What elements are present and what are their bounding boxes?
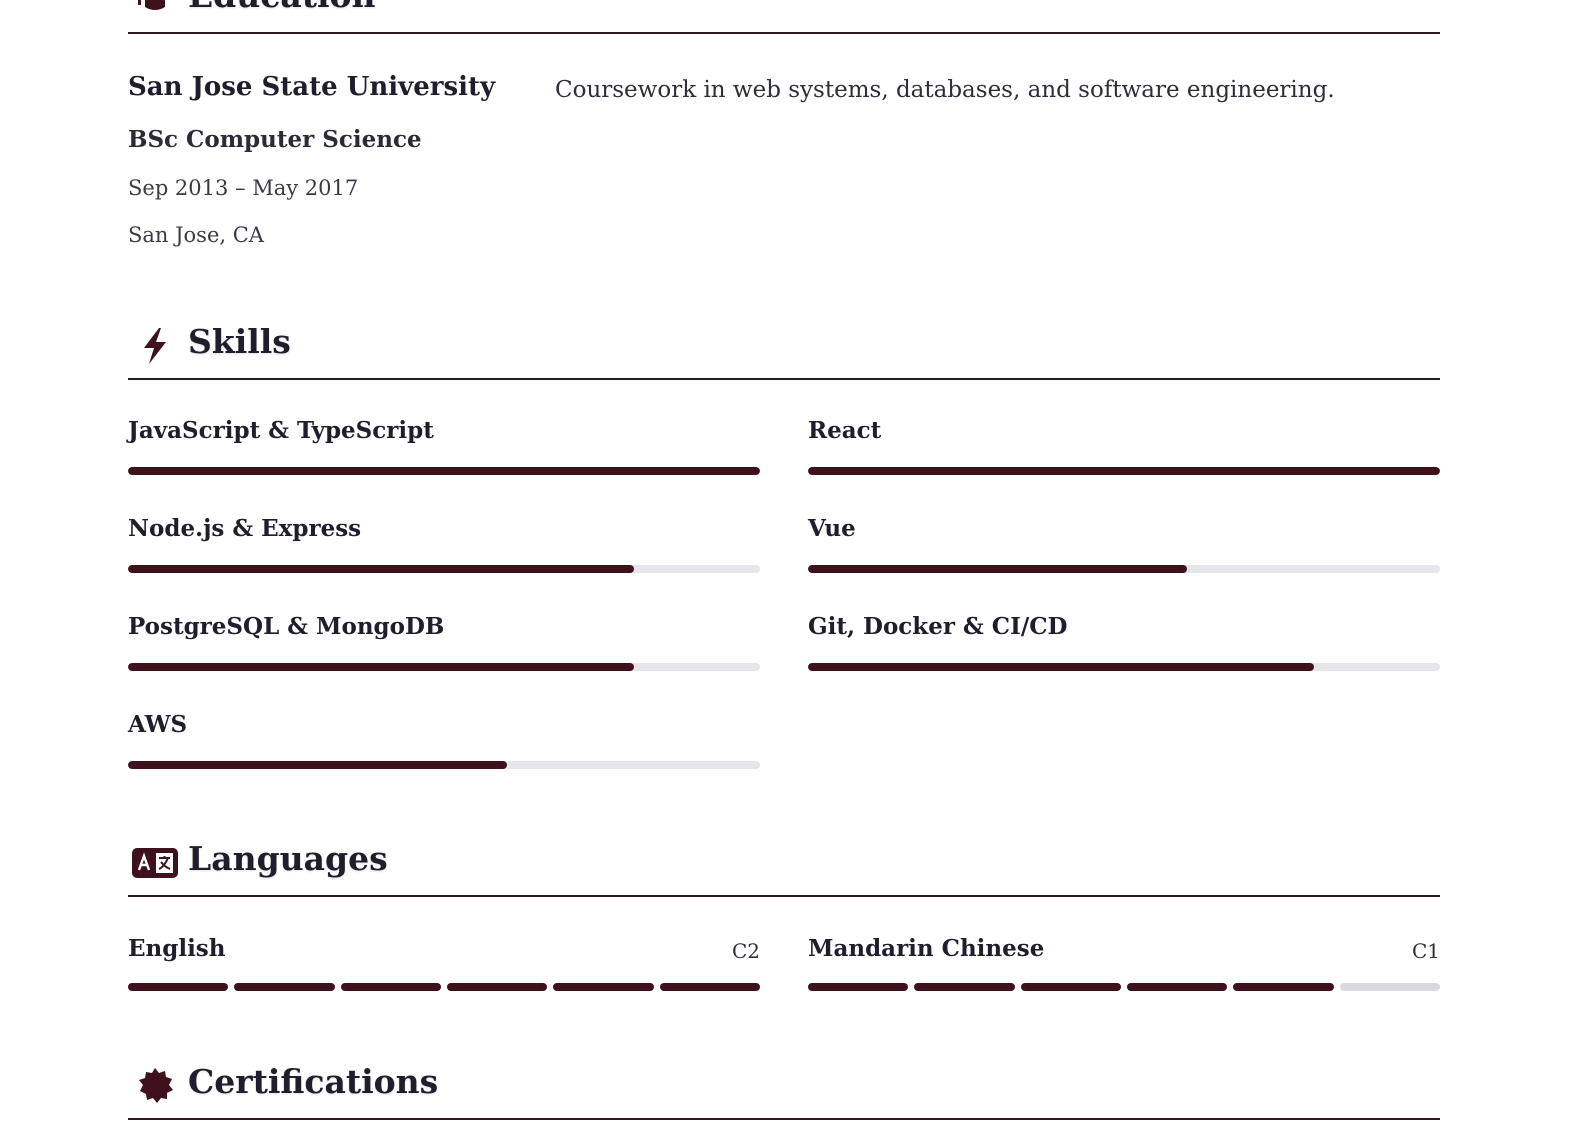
- certifications-section-header: Certifications: [128, 1058, 1440, 1120]
- skill-name: Git, Docker & CI/CD: [808, 613, 1068, 640]
- education-location: San Jose, CA: [128, 223, 264, 247]
- skill-name: AWS: [128, 711, 188, 738]
- education-description: Coursework in web systems, databases, an…: [555, 77, 1335, 103]
- skill-bar: [808, 565, 1440, 573]
- education-dates: Sep 2013 – May 2017: [128, 176, 359, 200]
- section-title: Certifications: [188, 1062, 439, 1101]
- skill-name: React: [808, 417, 882, 444]
- education-school: San Jose State University: [128, 72, 496, 102]
- language-level-segment: [340, 983, 441, 991]
- language-level-meter: [128, 983, 760, 991]
- lightning-bolt-icon: [130, 321, 180, 371]
- skill-name: PostgreSQL & MongoDB: [128, 613, 445, 640]
- section-title: Skills: [188, 322, 291, 361]
- translate-icon: [130, 838, 180, 888]
- language-level-segment: [1126, 983, 1228, 991]
- skill-bar: [128, 663, 760, 671]
- language-level-segment: [1233, 983, 1334, 991]
- skill-name: Node.js & Express: [128, 515, 362, 542]
- skill-bar-fill: [128, 663, 634, 671]
- language-level-segment: [1339, 983, 1440, 991]
- language-level: C1: [1411, 939, 1440, 963]
- skills-section-header: Skills: [128, 318, 1440, 380]
- language-level-segment: [446, 983, 548, 991]
- skill-bar: [128, 467, 760, 475]
- skill-bar: [128, 761, 760, 769]
- certificate-badge-icon: [130, 1061, 180, 1111]
- language-level-segment: [1020, 983, 1121, 991]
- skill-name: JavaScript & TypeScript: [128, 417, 434, 444]
- language-level-segment: [808, 983, 909, 991]
- education-section-header: Education: [128, 0, 1440, 34]
- language-level: C2: [731, 939, 760, 963]
- language-level-segment: [234, 983, 335, 991]
- skill-name: Vue: [808, 515, 856, 542]
- skill-bar-fill: [128, 467, 760, 475]
- education-degree: BSc Computer Science: [128, 126, 422, 153]
- skill-bar-fill: [808, 663, 1314, 671]
- skill-bar-fill: [808, 565, 1188, 573]
- skill-bar-fill: [128, 565, 634, 573]
- skill-bar: [808, 467, 1440, 475]
- skill-bar: [128, 565, 760, 573]
- section-title: Languages: [188, 839, 388, 878]
- language-level-segment: [128, 983, 229, 991]
- skill-bar: [808, 663, 1440, 671]
- section-title: Education: [188, 0, 375, 15]
- skill-bar-fill: [808, 467, 1440, 475]
- language-level-meter: [808, 983, 1440, 991]
- graduation-cap-icon: [130, 0, 180, 24]
- language-level-segment: [659, 983, 760, 991]
- skill-bar-fill: [128, 761, 508, 769]
- language-name: English: [128, 935, 226, 962]
- language-level-segment: [553, 983, 654, 991]
- languages-section-header: Languages: [128, 835, 1440, 897]
- language-level-segment: [914, 983, 1015, 991]
- language-name: Mandarin Chinese: [808, 935, 1045, 962]
